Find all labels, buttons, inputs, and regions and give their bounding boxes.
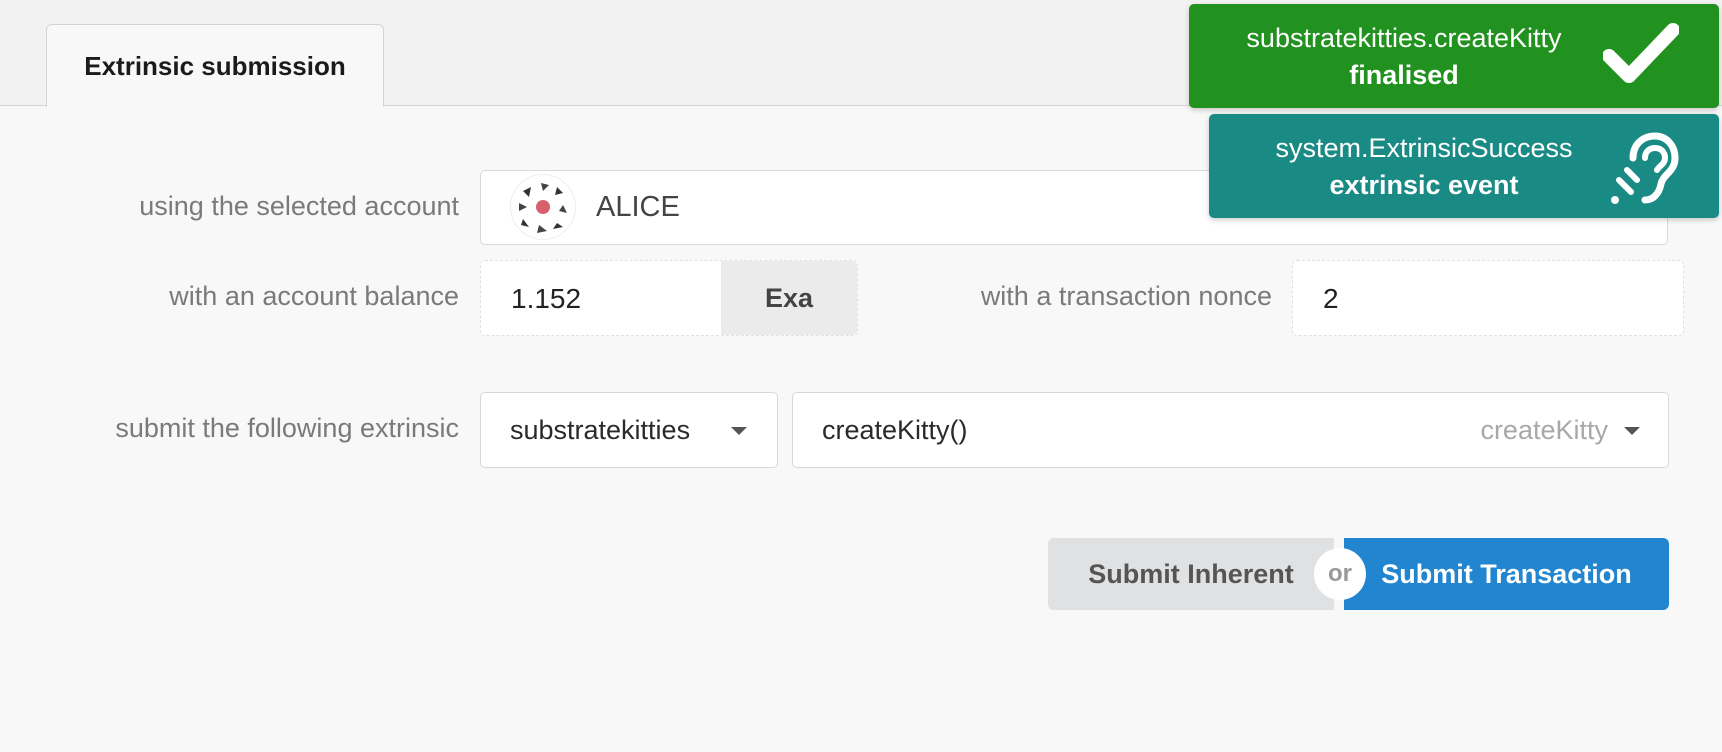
- hearing-ear-icon: [1609, 130, 1681, 211]
- chevron-down-icon: [1624, 427, 1640, 435]
- notification-subtitle: finalised: [1349, 60, 1459, 90]
- tab-extrinsic-submission[interactable]: Extrinsic submission: [46, 24, 384, 107]
- checkmark-icon: [1602, 18, 1680, 95]
- call-hint: createKitty: [1480, 415, 1608, 445]
- extrinsic-label: submit the following extrinsic: [115, 413, 459, 443]
- notification-title: substratekitties.createKitty: [1246, 23, 1562, 53]
- module-dropdown[interactable]: substratekitties: [480, 392, 778, 468]
- notification-finalised[interactable]: substratekitties.createKitty finalised: [1189, 4, 1719, 108]
- module-value: substratekitties: [510, 415, 691, 445]
- account-identicon: [511, 175, 575, 239]
- submit-inherent-button[interactable]: Submit Inherent: [1048, 538, 1334, 610]
- or-divider: or: [1314, 548, 1366, 600]
- nonce-label: with a transaction nonce: [980, 281, 1272, 311]
- balance-field: 1.152 Exa: [480, 260, 858, 336]
- notification-extrinsic-event[interactable]: system.ExtrinsicSuccess extrinsic event: [1209, 114, 1719, 218]
- balance-label: with an account balance: [169, 281, 459, 311]
- chevron-down-icon: [731, 427, 747, 435]
- call-dropdown[interactable]: createKitty() createKitty: [792, 392, 1669, 468]
- submit-transaction-button[interactable]: Submit Transaction: [1344, 538, 1669, 610]
- account-label: using the selected account: [139, 191, 459, 221]
- balance-unit: Exa: [721, 261, 857, 335]
- account-name: ALICE: [596, 191, 680, 223]
- balance-value: 1.152: [511, 283, 582, 314]
- call-value: createKitty(): [822, 415, 968, 445]
- nonce-field: 2: [1292, 260, 1684, 336]
- notification-title: system.ExtrinsicSuccess: [1275, 133, 1573, 163]
- notification-subtitle: extrinsic event: [1329, 170, 1519, 200]
- nonce-value: 2: [1323, 283, 1339, 314]
